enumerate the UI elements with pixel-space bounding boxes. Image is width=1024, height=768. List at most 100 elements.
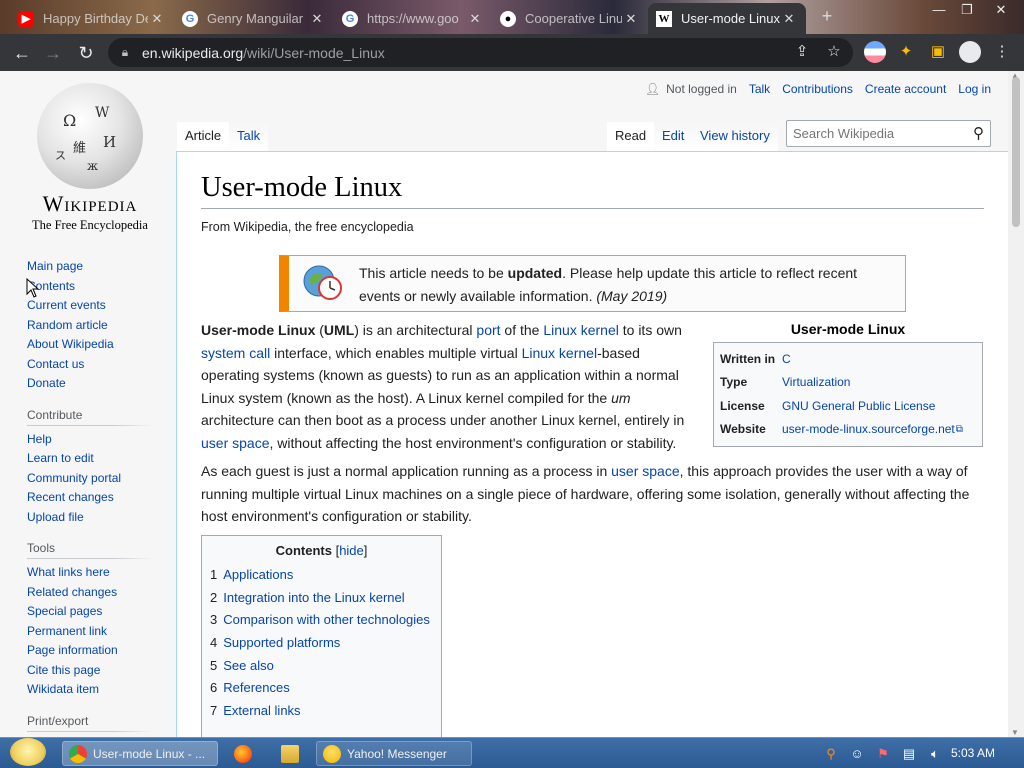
share-icon[interactable]: ⇪: [791, 42, 813, 62]
sidebar-heading-tools: Tools: [27, 541, 152, 559]
start-button[interactable]: [4, 737, 58, 766]
sidebar-item-main-page[interactable]: Main page: [27, 257, 177, 277]
log-in-link[interactable]: Log in: [958, 82, 991, 96]
personal-tools: 👤︎ Not logged in Talk Contributions Crea…: [645, 82, 991, 96]
toc-item[interactable]: 2 Integration into the Linux kernel: [210, 587, 433, 610]
taskbar-firefox[interactable]: [228, 741, 264, 766]
browser-tab[interactable]: ▶ Happy Birthday Dear ✕: [10, 3, 174, 34]
browser-tab[interactable]: ● Cooperative Linux ✕: [492, 3, 648, 34]
scrollbar-thumb[interactable]: [1012, 77, 1020, 227]
infobox-link[interactable]: C: [782, 352, 791, 366]
website-link[interactable]: user-mode-linux.sourceforge.net: [782, 422, 955, 436]
sidebar-item-cite-this-page[interactable]: Cite this page: [27, 661, 177, 681]
profile-flag-icon[interactable]: [864, 41, 886, 63]
minimize-icon[interactable]: —: [926, 2, 952, 22]
wikipedia-logo[interactable]: Ω W 維 И ス ж Wikipedia The Free Encyclope…: [22, 83, 158, 233]
close-window-icon[interactable]: ✕: [988, 2, 1014, 22]
page-scrollbar[interactable]: ▲ ▼: [1008, 71, 1024, 737]
toc-item[interactable]: 4 Supported platforms: [210, 632, 433, 655]
sidebar-item-donate[interactable]: Donate: [27, 374, 177, 394]
restore-icon[interactable]: ❐: [954, 2, 980, 22]
network-tray-icon[interactable]: ⚑: [874, 745, 892, 763]
sidebar-item-about[interactable]: About Wikipedia: [27, 335, 177, 355]
sidebar-item-special-pages[interactable]: Special pages: [27, 602, 177, 622]
account-avatar-icon[interactable]: [959, 41, 981, 63]
url-text[interactable]: en.wikipedia.org/wiki/User-mode_Linux: [142, 45, 385, 61]
sidebar-item-random-article[interactable]: Random article: [27, 316, 177, 336]
tab-read[interactable]: Read: [607, 122, 655, 152]
sidebar-item-help[interactable]: Help: [27, 430, 177, 450]
taskbar-messenger-window[interactable]: Yahoo! Messenger: [316, 741, 472, 766]
taskbar-file-manager[interactable]: [275, 741, 311, 766]
close-tab-icon[interactable]: ✕: [622, 11, 640, 27]
tab-article[interactable]: Article: [177, 122, 230, 152]
link-user-space[interactable]: user space: [201, 435, 269, 451]
back-icon[interactable]: ←: [9, 40, 35, 66]
browser-tab[interactable]: G https://www.goo ✕: [334, 3, 492, 34]
scroll-down-icon[interactable]: ▼: [1011, 728, 1019, 737]
sidebar-item-contents[interactable]: Contents: [27, 277, 177, 297]
extensions-puzzle-icon[interactable]: ✦: [895, 42, 917, 62]
contributions-link[interactable]: Contributions: [782, 82, 853, 96]
search-tray-icon[interactable]: ⚲: [822, 745, 840, 763]
toc-item[interactable]: 5 See also: [210, 655, 433, 678]
close-tab-icon[interactable]: ✕: [148, 11, 166, 27]
bookmark-star-icon[interactable]: ☆: [823, 42, 845, 62]
link-user-space[interactable]: user space: [611, 463, 679, 479]
browser-tab[interactable]: G Genry Manguilar ✕: [174, 3, 334, 34]
display-tray-icon[interactable]: ▤: [900, 745, 918, 763]
smiley-tray-icon[interactable]: ☺: [848, 745, 866, 763]
tab-title: https://www.goo: [367, 11, 459, 26]
close-tab-icon[interactable]: ✕: [780, 11, 798, 27]
tab-talk[interactable]: Talk: [229, 122, 269, 152]
menu-kebab-icon[interactable]: ⋮: [991, 42, 1013, 62]
reload-icon[interactable]: ↻: [73, 40, 99, 66]
sidebar-item-what-links-here[interactable]: What links here: [27, 563, 177, 583]
link-linux-kernel[interactable]: Linux kernel: [522, 345, 598, 361]
sidebar-item-upload-file[interactable]: Upload file: [27, 508, 177, 528]
site-subtitle: From Wikipedia, the free encyclopedia: [201, 220, 414, 234]
sidebar-heading-print-export[interactable]: Print/export: [27, 713, 152, 732]
sidebar-item-current-events[interactable]: Current events: [27, 296, 177, 316]
second-paragraph: As each guest is just a normal applicati…: [201, 463, 970, 524]
toc-item[interactable]: 6 References: [210, 677, 433, 700]
sidebar-item-contact[interactable]: Contact us: [27, 355, 177, 375]
forward-icon[interactable]: →: [40, 40, 66, 66]
sidebar-item-recent-changes[interactable]: Recent changes: [27, 488, 177, 508]
toc-item[interactable]: 7 External links: [210, 700, 433, 723]
tab-view-history[interactable]: View history: [692, 122, 778, 152]
toc-item[interactable]: 3 Comparison with other technologies: [210, 609, 433, 632]
create-account-link[interactable]: Create account: [865, 82, 946, 96]
search-input[interactable]: [787, 121, 957, 146]
sidebar: Main page Contents Current events Random…: [27, 257, 177, 736]
link-port[interactable]: port: [476, 322, 500, 338]
sidebar-item-wikidata-item[interactable]: Wikidata item: [27, 680, 177, 700]
infobox-row: Type Virtualization: [720, 375, 851, 390]
close-tab-icon[interactable]: ✕: [308, 11, 326, 27]
taskbar-clock[interactable]: 5:03 AM: [951, 746, 995, 760]
sidebar-item-page-information[interactable]: Page information: [27, 641, 177, 661]
link-linux-kernel[interactable]: Linux kernel: [543, 322, 619, 338]
side-panel-icon[interactable]: ▣: [927, 42, 949, 62]
sidebar-item-permanent-link[interactable]: Permanent link: [27, 622, 177, 642]
close-tab-icon[interactable]: ✕: [466, 11, 484, 27]
volume-tray-icon[interactable]: 🔈︎: [926, 745, 944, 763]
tab-edit[interactable]: Edit: [654, 122, 693, 152]
browser-tab-active[interactable]: W User-mode Linux ✕: [648, 3, 806, 34]
sidebar-item-learn-to-edit[interactable]: Learn to edit: [27, 449, 177, 469]
talk-link[interactable]: Talk: [749, 82, 770, 96]
search-box[interactable]: ⚲: [786, 120, 991, 147]
address-bar[interactable]: 🔒︎ en.wikipedia.org/wiki/User-mode_Linux: [108, 38, 853, 67]
tab-title: Happy Birthday Dear: [43, 11, 148, 26]
infobox-link[interactable]: Virtualization: [782, 375, 850, 389]
new-tab-button[interactable]: +: [815, 6, 839, 28]
search-icon[interactable]: ⚲: [973, 124, 984, 142]
toc-item[interactable]: 1 Applications: [210, 564, 433, 587]
taskbar-chrome-window[interactable]: User-mode Linux - ...: [62, 741, 218, 766]
wikipedia-icon: W: [656, 10, 672, 27]
sidebar-item-community-portal[interactable]: Community portal: [27, 469, 177, 489]
infobox-link[interactable]: GNU General Public License: [782, 399, 935, 413]
link-system-call[interactable]: system call: [201, 345, 270, 361]
sidebar-item-related-changes[interactable]: Related changes: [27, 583, 177, 603]
toc-hide-link[interactable]: hide: [339, 543, 364, 558]
